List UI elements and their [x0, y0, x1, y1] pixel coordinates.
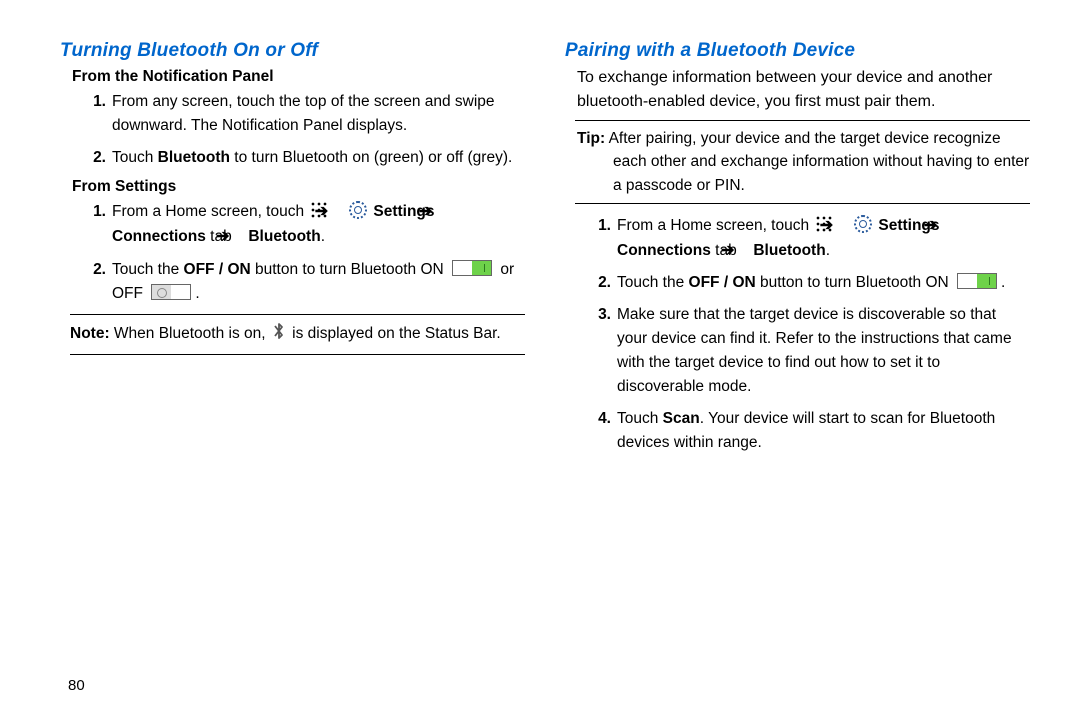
section-heading-right: Pairing with a Bluetooth Device [565, 40, 1030, 62]
bold-text: OFF / ON [689, 274, 756, 291]
step-text: From a Home screen, touch ➔ Settings ➔ C… [112, 203, 447, 245]
step-item: 1.From any screen, touch the top of the … [88, 90, 525, 138]
step-text: From any screen, touch the top of the sc… [112, 93, 495, 134]
steps-notif-panel: 1.From any screen, touch the top of the … [88, 90, 525, 170]
steps-pairing: 1.From a Home screen, touch ➔ Settings ➔… [593, 214, 1030, 456]
divider [70, 314, 525, 315]
bold-text: Bluetooth [158, 149, 230, 166]
divider [575, 203, 1030, 204]
bold-text: OFF / ON [184, 261, 251, 278]
step-item: 4.Touch Scan. Your device will start to … [593, 407, 1030, 455]
step-item: 1.From a Home screen, touch ➔ Settings ➔… [88, 200, 525, 250]
bold-text: Bluetooth [753, 242, 825, 259]
bold-text: Scan [663, 410, 700, 427]
subheading-from-settings: From Settings [72, 178, 525, 196]
step-number: 4. [593, 407, 611, 431]
bold-text: Connections [617, 242, 711, 259]
step-text: Make sure that the target device is disc… [617, 306, 1012, 395]
bold-text: Connections [112, 228, 206, 245]
note-bluetooth-status: Note: When Bluetooth is on, is displayed… [70, 321, 525, 348]
bold-text: Bluetooth [248, 228, 320, 245]
settings-icon [854, 215, 872, 233]
step-number: 2. [88, 258, 106, 282]
section-heading-left: Turning Bluetooth On or Off [60, 40, 525, 62]
manual-page: Turning Bluetooth On or Off From the Not… [0, 0, 1080, 720]
step-item: 3.Make sure that the target device is di… [593, 303, 1030, 399]
step-number: 2. [88, 146, 106, 170]
toggle-off-icon [151, 284, 191, 300]
intro-text: To exchange information between your dev… [577, 66, 1030, 114]
step-item: 2.Touch the OFF / ON button to turn Blue… [88, 258, 525, 306]
toggle-on-icon [452, 260, 492, 276]
toggle-on-icon [957, 273, 997, 289]
bluetooth-icon [272, 321, 286, 348]
settings-icon [349, 201, 367, 219]
subheading-notif-panel: From the Notification Panel [72, 68, 525, 86]
left-column: Turning Bluetooth On or Off From the Not… [60, 40, 525, 700]
divider [70, 354, 525, 355]
step-item: 2. Touch the OFF / ON button to turn Blue… [593, 271, 1030, 295]
step-text: Touch Bluetooth to turn Bluetooth on (gr… [112, 149, 512, 166]
right-column: Pairing with a Bluetooth Device To excha… [565, 40, 1030, 700]
step-text: Touch Scan. Your device will start to sc… [617, 410, 995, 451]
bold-text: Tip: [577, 130, 605, 147]
divider [575, 120, 1030, 121]
step-item: 2. Touch Bluetooth to turn Bluetooth on (… [88, 146, 525, 170]
step-text: From a Home screen, touch ➔ Settings ➔ C… [617, 217, 952, 259]
steps-from-settings: 1.From a Home screen, touch ➔ Settings ➔… [88, 200, 525, 306]
step-text: Touch the OFF / ON button to turn Blueto… [617, 274, 1005, 291]
step-number: 3. [593, 303, 611, 327]
step-item: 1.From a Home screen, touch ➔ Settings ➔… [593, 214, 1030, 264]
step-number: 2. [593, 271, 611, 295]
page-number: 80 [68, 677, 85, 694]
step-number: 1. [88, 90, 106, 114]
step-number: 1. [88, 200, 106, 224]
step-text: Touch the OFF / ON button to turn Blueto… [112, 261, 514, 302]
tip-pairing: Tip: After pairing, your device and the … [577, 127, 1030, 197]
bold-text: Note: [70, 325, 110, 342]
step-number: 1. [593, 214, 611, 238]
